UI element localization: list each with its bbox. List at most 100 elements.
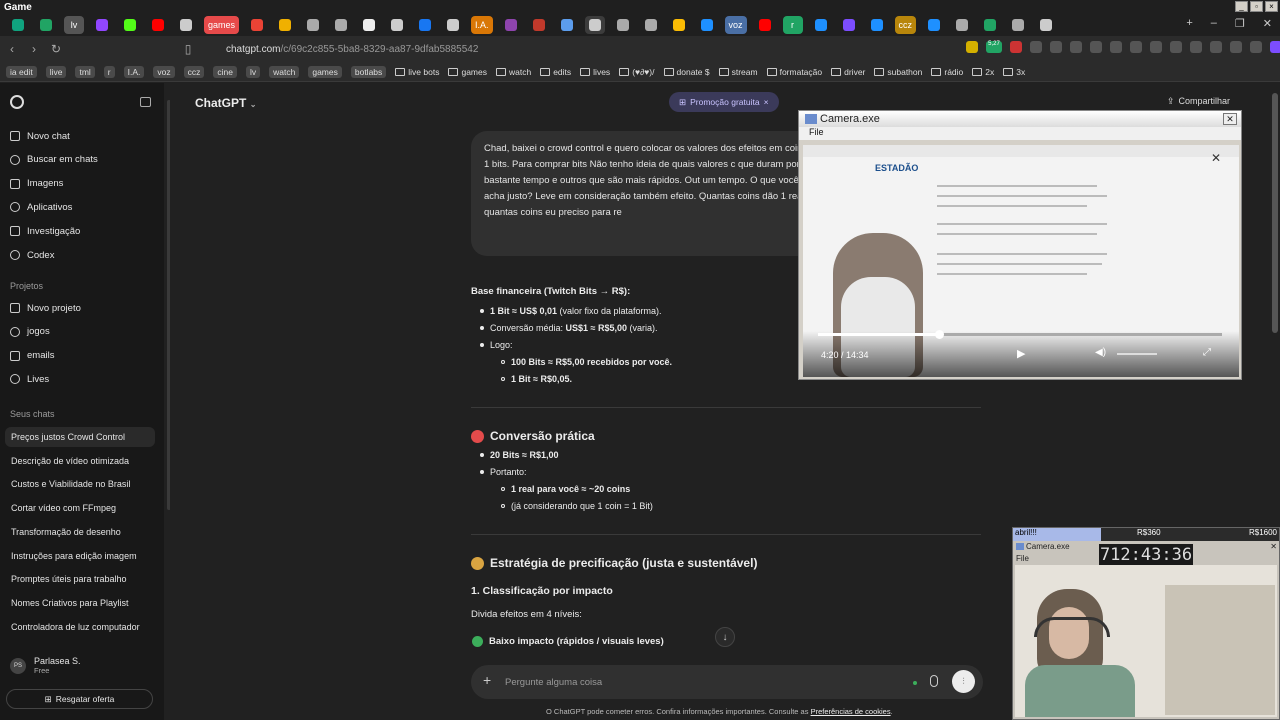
extension-icon[interactable] <box>1170 41 1182 53</box>
bookmark-item[interactable]: stream <box>718 67 758 77</box>
chat-history-item[interactable]: Descrição de vídeo otimizada <box>5 451 155 471</box>
browser-tab[interactable] <box>359 16 379 34</box>
browser-tab[interactable] <box>8 16 28 34</box>
close-icon[interactable]: ✕ <box>1211 151 1221 165</box>
bookmark-item[interactable]: watch <box>495 67 531 77</box>
close-window-button[interactable]: × <box>1265 1 1278 12</box>
sidebar-item[interactable]: Lives <box>10 371 49 387</box>
fullscreen-icon[interactable]: ⤢ <box>1203 347 1211 358</box>
extension-icon[interactable] <box>1070 41 1082 53</box>
browser-tab[interactable] <box>584 16 605 34</box>
reload-icon[interactable]: ↻ <box>46 42 66 56</box>
browser-tab[interactable] <box>980 16 1000 34</box>
play-icon[interactable]: ▶ <box>1017 347 1025 360</box>
browser-tab[interactable] <box>387 16 407 34</box>
browser-tab[interactable] <box>415 16 435 34</box>
share-button[interactable]: ⇪ Compartilhar <box>1167 96 1230 107</box>
extension-icon[interactable] <box>1190 41 1202 53</box>
chat-history-item[interactable]: Nomes Criativos para Playlist <box>5 593 155 613</box>
browser-tab[interactable] <box>557 16 577 34</box>
bookmark-item[interactable]: ia edit <box>6 65 37 78</box>
browser-tab[interactable] <box>613 16 633 34</box>
sidebar-item[interactable]: Novo projeto <box>10 300 81 316</box>
chat-history-item[interactable]: Transformação de desenho <box>5 522 155 542</box>
browser-tab[interactable] <box>669 16 689 34</box>
sidebar-item[interactable]: Aplicativos <box>10 199 72 215</box>
minimize-button[interactable]: _ <box>1235 1 1248 12</box>
redeem-offer-button[interactable]: ⊞ Resgatar oferta <box>6 689 153 709</box>
model-selector[interactable]: ChatGPT ⌄ <box>195 96 256 110</box>
browser-tab[interactable] <box>924 16 944 34</box>
back-icon[interactable]: ‹ <box>2 42 22 56</box>
browser-tab[interactable] <box>275 16 295 34</box>
browser-tab[interactable] <box>120 16 140 34</box>
add-attachment-icon[interactable]: + <box>483 672 491 688</box>
extension-icon[interactable] <box>1130 41 1142 53</box>
voice-mode-button[interactable]: ⫶ <box>952 670 975 693</box>
cookie-preferences-link[interactable]: Preferências de cookies <box>811 707 891 716</box>
extension-icon[interactable] <box>1030 41 1042 53</box>
browser-tab[interactable] <box>303 16 323 34</box>
browser-tab[interactable]: voz <box>724 16 747 34</box>
main-scrollbar[interactable] <box>1272 93 1278 333</box>
bookmark-item[interactable]: I.A. <box>123 65 145 78</box>
browser-tab[interactable] <box>867 16 887 34</box>
browser-tab[interactable] <box>36 16 56 34</box>
browser-tab[interactable] <box>1036 16 1056 34</box>
bookmark-item[interactable]: subathon <box>874 67 922 77</box>
chat-history-item[interactable]: Controladora de luz computador <box>5 617 155 637</box>
browser-tab[interactable] <box>641 16 661 34</box>
bookmark-item[interactable]: rádio <box>931 67 963 77</box>
bookmark-item[interactable]: lv <box>245 65 261 78</box>
sidebar-toggle-icon[interactable] <box>140 97 151 107</box>
bookmark-item[interactable]: watch <box>269 65 300 78</box>
browser-tab[interactable] <box>443 16 463 34</box>
forward-icon[interactable]: › <box>24 42 44 56</box>
browser-tab[interactable] <box>331 16 351 34</box>
browser-tab[interactable]: r <box>782 16 803 34</box>
bookmark-item[interactable]: ccz <box>183 65 205 78</box>
browser-tab[interactable]: games <box>204 16 240 34</box>
bookmark-item[interactable]: voz <box>153 65 175 78</box>
extension-counter-icon[interactable]: 5,27 <box>986 41 1002 53</box>
chat-history-item[interactable]: Preços justos Crowd Control <box>5 427 155 447</box>
sidebar-item[interactable]: Codex <box>10 247 54 263</box>
browser-tab[interactable] <box>92 16 112 34</box>
microphone-icon[interactable] <box>930 675 938 687</box>
bookmark-item[interactable]: tml <box>75 65 95 78</box>
sidebar-item[interactable]: Buscar em chats <box>10 152 98 168</box>
chat-history-item[interactable]: Promptes úteis para trabalho <box>5 569 155 589</box>
camera-menu-file[interactable]: File <box>799 127 1241 140</box>
extension-icon[interactable] <box>1010 41 1022 53</box>
chat-history-item[interactable]: Custos e Viabilidade no Brasil <box>5 474 155 494</box>
browser-tab[interactable] <box>697 16 717 34</box>
extension-icon[interactable] <box>1110 41 1122 53</box>
sidebar-item[interactable]: jogos <box>10 324 50 340</box>
browser-tab[interactable] <box>1008 16 1028 34</box>
bookmark-item[interactable]: donate $ <box>663 67 710 77</box>
browser-tab[interactable] <box>247 16 267 34</box>
bookmark-item[interactable]: edits <box>540 67 571 77</box>
bookmark-item[interactable]: games <box>448 67 487 77</box>
browser-tab[interactable] <box>176 16 196 34</box>
volume-slider[interactable] <box>1117 353 1157 355</box>
browser-tab[interactable] <box>952 16 972 34</box>
user-profile[interactable]: PS Parlasea S. Free <box>10 656 81 675</box>
bookmark-item[interactable]: games <box>308 65 342 78</box>
sidebar-item[interactable]: emails <box>10 348 54 364</box>
bookmark-icon[interactable]: ▯ <box>178 42 198 56</box>
url-field[interactable]: chatgpt.com/c/69c2c855-5ba8-8329-aa87-9d… <box>204 39 894 59</box>
extension-icon[interactable] <box>1250 41 1262 53</box>
browser-tab[interactable] <box>148 16 168 34</box>
bookmark-item[interactable]: 2x <box>972 67 994 77</box>
chat-history-item[interactable]: Cortar vídeo com FFmpeg <box>5 498 155 518</box>
close-icon[interactable]: ✕ <box>1263 17 1272 30</box>
chat-history-item[interactable]: Instruções para edição imagem <box>5 546 155 566</box>
maximize-button[interactable]: ▫ <box>1250 1 1263 12</box>
bookmark-item[interactable]: lives <box>580 67 610 77</box>
extension-icon[interactable] <box>1150 41 1162 53</box>
volume-icon[interactable]: ◀) <box>1095 347 1106 358</box>
extension-icon[interactable] <box>1050 41 1062 53</box>
close-icon[interactable]: × <box>764 97 769 107</box>
browser-tab[interactable] <box>839 16 859 34</box>
